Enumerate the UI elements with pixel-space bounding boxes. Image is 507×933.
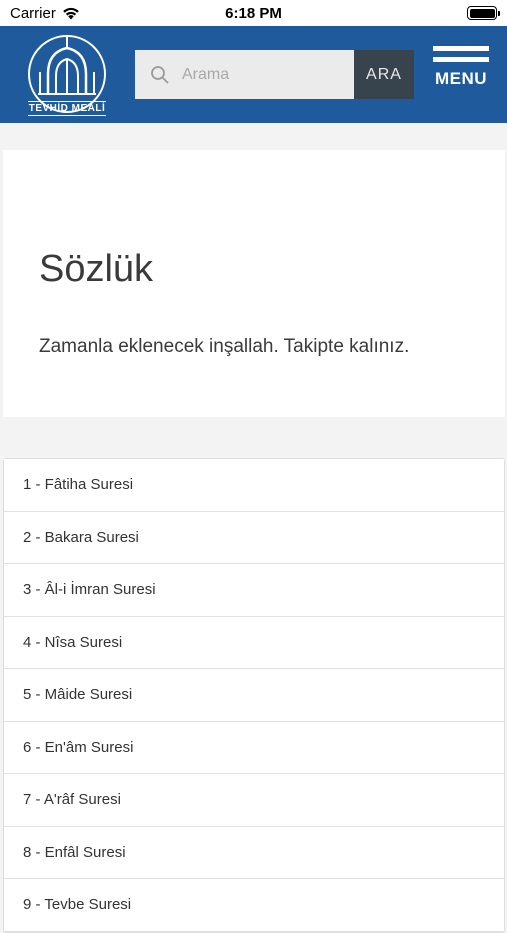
- sura-list-item[interactable]: 4 - Nîsa Suresi: [4, 616, 504, 669]
- card-text: Zamanla eklenecek inşallah. Takipte kalı…: [39, 336, 410, 357]
- page-title: Sözlük: [39, 248, 154, 290]
- battery-level: [469, 8, 495, 18]
- hamburger-icon-bar: [433, 46, 489, 51]
- battery-icon: [467, 6, 500, 20]
- sura-list-item[interactable]: 3 - Âl-i İmran Suresi: [4, 564, 504, 617]
- sura-list-item[interactable]: 2 - Bakara Suresi: [4, 511, 504, 564]
- logo-text: TEVHİD MEALİ: [28, 101, 106, 116]
- status-left: Carrier: [10, 5, 80, 22]
- hamburger-icon-bar: [433, 57, 489, 62]
- menu-label: MENU: [434, 69, 488, 88]
- status-bar: Carrier 6:18 PM: [0, 0, 507, 26]
- dictionary-card: Sözlük Zamanla eklenecek inşallah. Takip…: [3, 150, 505, 417]
- sura-list-item[interactable]: 7 - A'râf Suresi: [4, 774, 504, 827]
- sura-list-item[interactable]: 8 - Enfâl Suresi: [4, 826, 504, 879]
- sura-list-item[interactable]: 1 - Fâtiha Suresi: [4, 459, 504, 512]
- wifi-icon: [63, 7, 79, 19]
- sura-list-item[interactable]: 6 - En'âm Suresi: [4, 721, 504, 774]
- tevhid-meali-logo[interactable]: TEVHİD MEALİ: [26, 32, 108, 118]
- search-input[interactable]: [182, 65, 342, 84]
- sura-list-item[interactable]: 9 - Tevbe Suresi: [4, 879, 504, 932]
- search-icon: [151, 65, 169, 84]
- menu-button[interactable]: MENU: [430, 46, 492, 106]
- app-header: TEVHİD MEALİ ARA MENU: [0, 26, 507, 123]
- sura-list-item[interactable]: 5 - Mâide Suresi: [4, 669, 504, 722]
- sura-list: 1 - Fâtiha Suresi 2 - Bakara Suresi 3 - Âl…: [3, 458, 505, 933]
- search-box: [135, 50, 354, 99]
- search-button[interactable]: ARA: [354, 50, 414, 99]
- carrier-label: Carrier: [10, 4, 56, 22]
